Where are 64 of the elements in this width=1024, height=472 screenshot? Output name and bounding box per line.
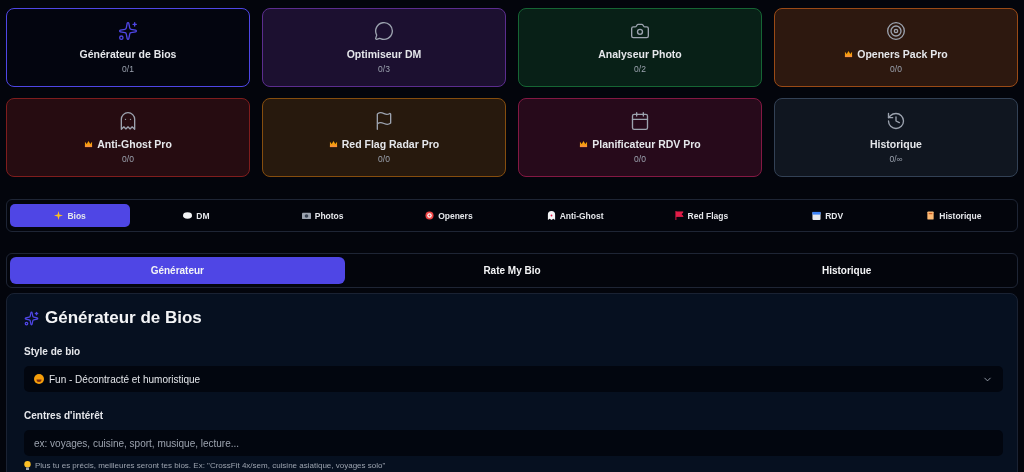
history-icon (886, 111, 906, 131)
sparkles-icon (24, 310, 39, 326)
nav-tab[interactable]: Historique (893, 204, 1014, 227)
panel-title: Générateur de Bios (45, 308, 202, 328)
chat-bubble-icon (374, 21, 394, 41)
tool-title: Red Flag Radar Pro (341, 138, 440, 150)
tool-title: Analyseur Photo (598, 48, 682, 60)
target-icon (425, 211, 435, 220)
field-label: Centres d'intérêt (24, 410, 105, 421)
crown-icon (328, 140, 338, 148)
sub-tab[interactable]: Historique (679, 257, 1014, 284)
usage-count: 0/0 (634, 154, 646, 164)
tool-title: Planificateur RDV Pro (592, 138, 701, 150)
crown-icon (844, 50, 854, 58)
hint-text: Plus tu es précis, meilleures seront tes bios. Ex: "CrossFit 4x/sem, cuisine asiatique, voyages solo" (35, 461, 386, 470)
tool-card[interactable]: Historique 0/∞ (774, 98, 1018, 177)
nav-tab[interactable]: Bios (10, 204, 131, 227)
ghost-icon (546, 211, 556, 220)
tool-title: Générateur de Bios (79, 48, 177, 60)
ghost-icon (118, 111, 138, 131)
usage-count: 0/2 (634, 64, 646, 74)
field-label: Style de bio (24, 346, 82, 357)
calendar-icon (812, 211, 822, 220)
usage-count: 0/0 (890, 64, 902, 74)
nav-tab[interactable]: Anti-Ghost (515, 204, 636, 227)
nav-tab[interactable]: Openers (388, 204, 509, 227)
usage-count: 0/3 (378, 64, 390, 74)
nav-tab[interactable]: Red Flags (641, 204, 762, 227)
tool-card[interactable]: Générateur de Bios 0/1 (6, 8, 250, 87)
sub-tab[interactable]: Générateur (10, 257, 345, 284)
tool-title: Openers Pack Pro (857, 48, 948, 60)
tool-title: Historique (870, 138, 922, 150)
tool-card[interactable]: Openers Pack Pro 0/0 (774, 8, 1018, 87)
camera-icon (301, 211, 311, 220)
usage-count: 0/∞ (889, 154, 903, 164)
light-bulb-icon (24, 461, 31, 470)
sub-tab[interactable]: Rate My Bio (344, 257, 680, 284)
crown-icon (84, 140, 94, 148)
camera-icon (630, 21, 650, 41)
target-icon (886, 21, 906, 41)
style-select[interactable]: Fun - Décontracté et humoristique (24, 366, 1003, 392)
tool-card[interactable]: Planificateur RDV Pro 0/0 (518, 98, 762, 177)
nav-tab[interactable]: DM (136, 204, 257, 227)
tool-card[interactable]: Optimiseur DM 0/3 (262, 8, 506, 87)
sparkles-icon (118, 21, 138, 41)
usage-count: 0/1 (122, 64, 134, 74)
crown-icon (579, 140, 589, 148)
speech-bubble-icon (183, 211, 193, 220)
tool-card[interactable]: Anti-Ghost Pro 0/0 (6, 98, 250, 177)
tool-card[interactable]: Analyseur Photo 0/2 (518, 8, 762, 87)
tool-card[interactable]: Red Flag Radar Pro 0/0 (262, 98, 506, 177)
interests-input[interactable]: ex: voyages, cuisine, sport, musique, lecture... (24, 430, 1003, 456)
flag-icon (674, 211, 684, 220)
usage-count: 0/0 (378, 154, 390, 164)
tool-title: Optimiseur DM (346, 48, 422, 60)
sparkles-icon (54, 211, 64, 220)
flag-icon (374, 111, 394, 131)
scroll-icon (926, 211, 936, 220)
nav-tab[interactable]: RDV (767, 204, 888, 227)
tool-title: Anti-Ghost Pro (97, 138, 172, 150)
usage-count: 0/0 (122, 154, 134, 164)
calendar-icon (630, 111, 650, 131)
grinning-face-icon (34, 374, 44, 384)
nav-tab[interactable]: Photos (262, 204, 383, 227)
